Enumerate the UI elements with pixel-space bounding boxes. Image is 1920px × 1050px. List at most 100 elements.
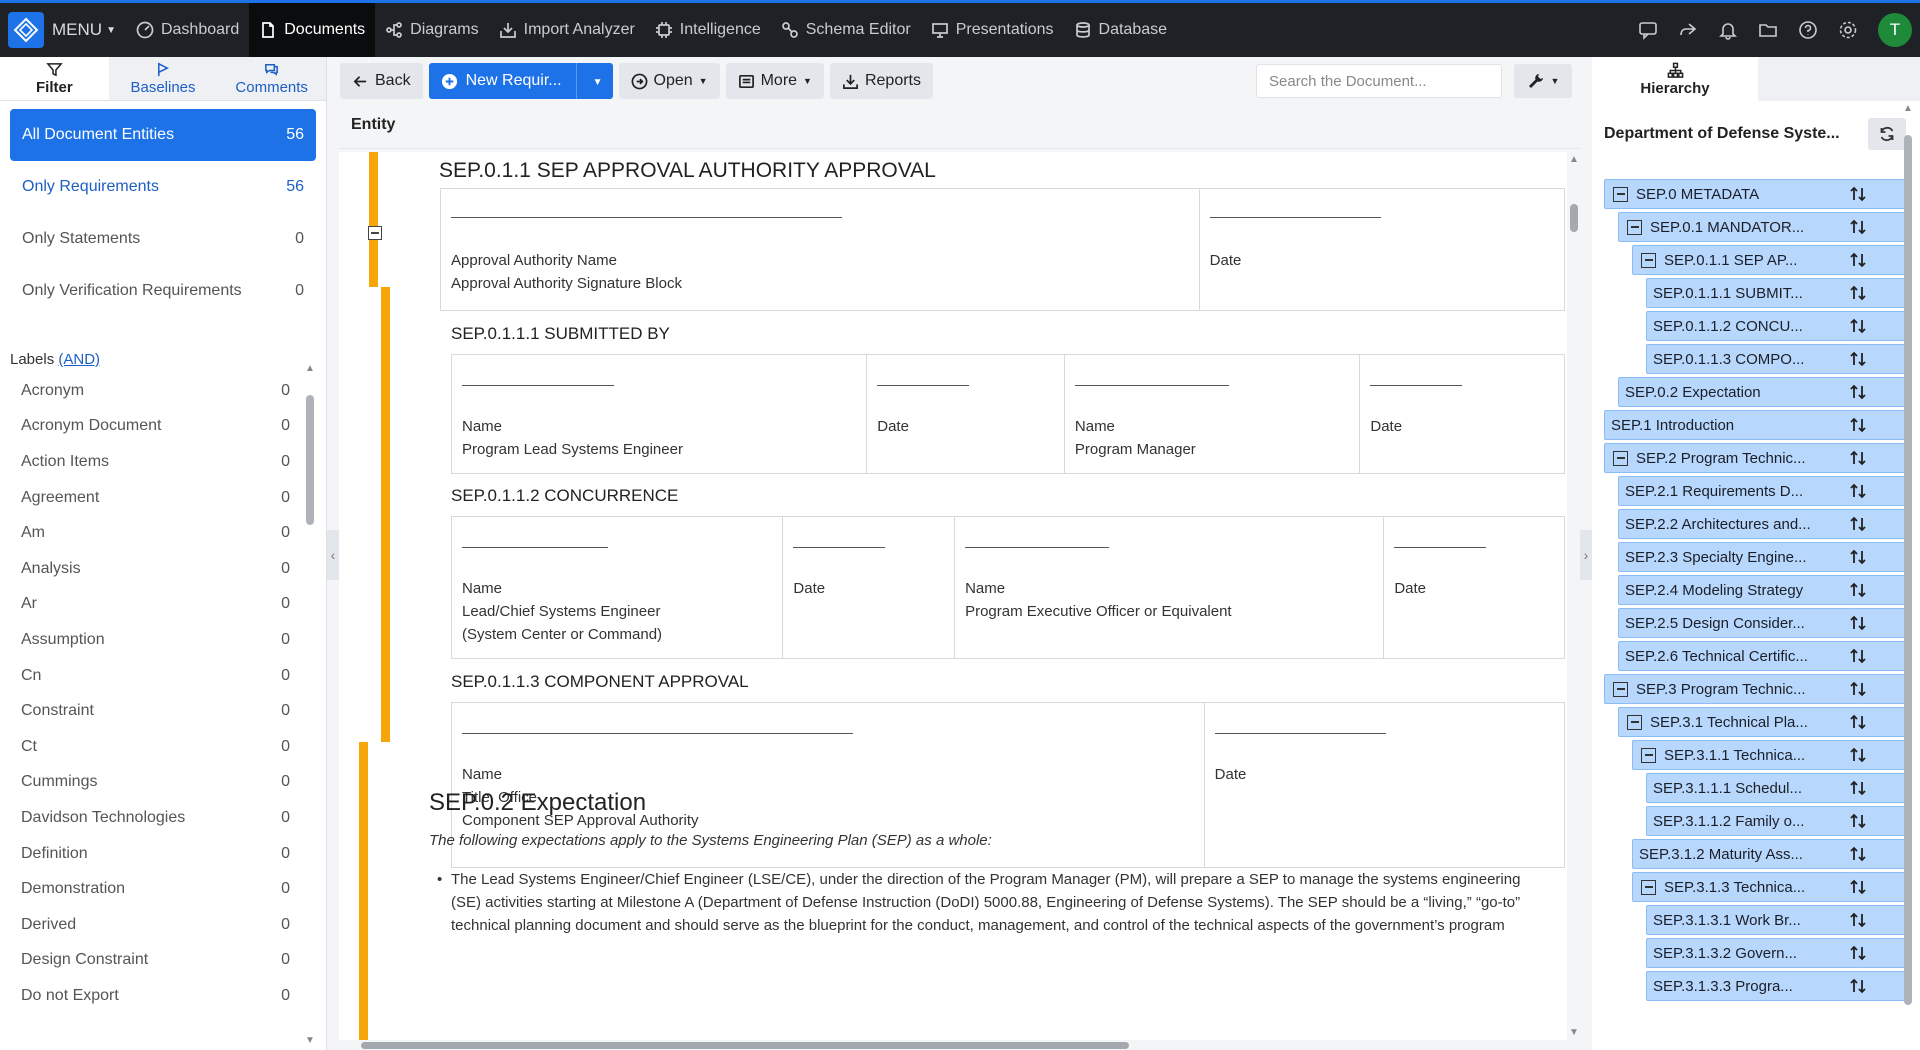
signature-cell[interactable]: Name Program Executive Officer or Equival… [955, 517, 1385, 658]
label-filter-item[interactable]: Acronym 0 [21, 373, 290, 409]
reorder-arrows-icon[interactable] [1849, 482, 1867, 500]
collapse-left-panel-button[interactable]: ‹ [327, 530, 339, 580]
chat-icon[interactable] [1638, 20, 1658, 40]
hierarchy-tree-node[interactable]: SEP.2.4 Modeling Strategy [1618, 575, 1908, 605]
hierarchy-tree-node[interactable]: SEP.0.1.1.3 COMPO... [1646, 344, 1908, 374]
hierarchy-tree-node[interactable]: SEP.0.1.1 SEP AP... [1632, 245, 1908, 275]
hierarchy-tree-node[interactable]: SEP.3.1.1.2 Family o... [1646, 806, 1908, 836]
reorder-arrows-icon[interactable] [1849, 581, 1867, 599]
label-filter-item[interactable]: Assumption 0 [21, 622, 290, 658]
new-requirement-main[interactable]: New Requir... [429, 63, 577, 99]
hierarchy-tree-node[interactable]: SEP.3.1.1.1 Schedul... [1646, 773, 1908, 803]
hierarchy-scroll-thumb[interactable] [1904, 135, 1912, 1005]
reorder-arrows-icon[interactable] [1849, 713, 1867, 731]
tree-collapse-toggle[interactable] [1627, 714, 1642, 730]
reorder-arrows-icon[interactable] [1849, 515, 1867, 533]
labels-mode-link[interactable]: (AND) [58, 351, 100, 368]
expectation-indicator-bar[interactable] [359, 742, 368, 1040]
reorder-arrows-icon[interactable] [1849, 251, 1867, 269]
hierarchy-tree-node[interactable]: SEP.0.2 Expectation [1618, 377, 1908, 407]
hierarchy-tree-node[interactable]: SEP.2.6 Technical Certific... [1618, 641, 1908, 671]
hierarchy-tree-node[interactable]: SEP.3 Program Technic... [1604, 674, 1908, 704]
scroll-down-arrow-icon[interactable]: ▼ [1569, 1027, 1579, 1038]
settings-gear-icon[interactable] [1838, 20, 1858, 40]
document-vertical-scrollbar[interactable]: ▲ ▼ [1567, 152, 1580, 1040]
reorder-arrows-icon[interactable] [1849, 317, 1867, 335]
tab-comments[interactable]: Comments [217, 57, 326, 100]
reorder-arrows-icon[interactable] [1849, 284, 1867, 302]
reorder-arrows-icon[interactable] [1849, 449, 1867, 467]
reorder-arrows-icon[interactable] [1849, 416, 1867, 434]
entity-filter-item[interactable]: All Document Entities 56 [10, 109, 316, 161]
signature-cell[interactable]: Name Program Manager [1065, 355, 1361, 473]
nav-schema-editor[interactable]: Schema Editor [771, 3, 921, 57]
scroll-up-arrow-icon[interactable]: ▲ [305, 363, 315, 374]
reorder-arrows-icon[interactable] [1849, 911, 1867, 929]
label-filter-item[interactable]: Do not Export 0 [21, 978, 290, 1014]
hierarchy-tree-node[interactable]: SEP.0.1.1.2 CONCU... [1646, 311, 1908, 341]
document-horizontal-scrollbar[interactable] [339, 1040, 1580, 1050]
reorder-arrows-icon[interactable] [1849, 614, 1867, 632]
tree-collapse-toggle[interactable] [1613, 450, 1628, 466]
reorder-arrows-icon[interactable] [1849, 977, 1867, 995]
label-filter-item[interactable]: Ct 0 [21, 729, 290, 765]
app-logo[interactable] [8, 12, 44, 48]
tree-collapse-toggle[interactable] [1627, 219, 1642, 235]
reorder-arrows-icon[interactable] [1849, 944, 1867, 962]
tree-collapse-toggle[interactable] [1641, 747, 1656, 763]
signature-cell[interactable]: Name Lead/Chief Systems Engineer (System C… [452, 517, 784, 658]
hierarchy-tree-node[interactable]: SEP.1 Introduction [1604, 410, 1908, 440]
scroll-up-arrow-icon[interactable]: ▲ [1903, 103, 1913, 114]
entity-filter-item[interactable]: Only Requirements 56 [10, 161, 316, 213]
reorder-arrows-icon[interactable] [1849, 680, 1867, 698]
signature-cell[interactable]: Date [1200, 189, 1564, 310]
entity-filter-item[interactable]: Only Statements 0 [10, 213, 316, 265]
tree-collapse-toggle[interactable] [1641, 252, 1656, 268]
hierarchy-scrollbar[interactable]: ▲ [1903, 103, 1913, 1045]
reorder-arrows-icon[interactable] [1849, 779, 1867, 797]
tree-collapse-toggle[interactable] [1613, 681, 1628, 697]
document-search-input[interactable]: Search the Document... [1256, 64, 1502, 98]
hierarchy-tree-node[interactable]: SEP.3.1.1 Technica... [1632, 740, 1908, 770]
entity-filter-item[interactable]: Only Verification Requirements 0 [10, 265, 316, 317]
labels-scrollbar[interactable]: ▲ ▼ [305, 363, 315, 1046]
label-filter-item[interactable]: Derived 0 [21, 907, 290, 943]
hierarchy-tree-node[interactable]: SEP.2.1 Requirements D... [1618, 476, 1908, 506]
signature-cell[interactable]: Date [1384, 517, 1564, 658]
hierarchy-tree-node[interactable]: SEP.2.5 Design Consider... [1618, 608, 1908, 638]
scroll-down-arrow-icon[interactable]: ▼ [305, 1035, 315, 1046]
hierarchy-tree-node[interactable]: SEP.3.1.2 Maturity Ass... [1632, 839, 1908, 869]
labels-scroll-thumb[interactable] [306, 395, 314, 525]
tree-collapse-toggle[interactable] [1641, 879, 1656, 895]
section-indicator-bar[interactable] [369, 152, 378, 287]
hierarchy-tree-node[interactable]: SEP.0 METADATA [1604, 179, 1908, 209]
nav-dashboard[interactable]: Dashboard [126, 3, 249, 57]
tools-dropdown-button[interactable]: ▼ [1514, 64, 1572, 98]
signature-cell[interactable]: Date [1205, 703, 1564, 867]
tab-hierarchy[interactable]: Hierarchy [1592, 57, 1758, 101]
label-filter-item[interactable]: Am 0 [21, 515, 290, 551]
label-filter-item[interactable]: Acronym Document 0 [21, 409, 290, 445]
tab-filter[interactable]: Filter [0, 57, 109, 100]
hierarchy-tree-node[interactable]: SEP.3.1.3.2 Govern... [1646, 938, 1908, 968]
hierarchy-tree-node[interactable]: SEP.2.2 Architectures and... [1618, 509, 1908, 539]
reorder-arrows-icon[interactable] [1849, 383, 1867, 401]
share-icon[interactable] [1678, 20, 1698, 40]
reorder-arrows-icon[interactable] [1849, 746, 1867, 764]
tree-collapse-toggle[interactable] [1613, 186, 1628, 202]
hierarchy-tree-node[interactable]: SEP.3.1.3.1 Work Br... [1646, 905, 1908, 935]
user-avatar[interactable]: T [1878, 13, 1912, 47]
reorder-arrows-icon[interactable] [1849, 185, 1867, 203]
label-filter-item[interactable]: Design Constraint 0 [21, 943, 290, 979]
signature-cell[interactable]: Approval Authority Name Approval Authorit… [441, 189, 1200, 310]
reorder-arrows-icon[interactable] [1849, 350, 1867, 368]
reorder-arrows-icon[interactable] [1849, 218, 1867, 236]
document-scroll-thumb[interactable] [1570, 204, 1578, 232]
collapse-right-panel-button[interactable]: › [1580, 530, 1592, 580]
reorder-arrows-icon[interactable] [1849, 812, 1867, 830]
label-filter-item[interactable]: Cn 0 [21, 658, 290, 694]
more-button[interactable]: More ▼ [725, 63, 824, 99]
reorder-arrows-icon[interactable] [1849, 878, 1867, 896]
nav-presentations[interactable]: Presentations [921, 3, 1064, 57]
folder-icon[interactable] [1758, 20, 1778, 40]
